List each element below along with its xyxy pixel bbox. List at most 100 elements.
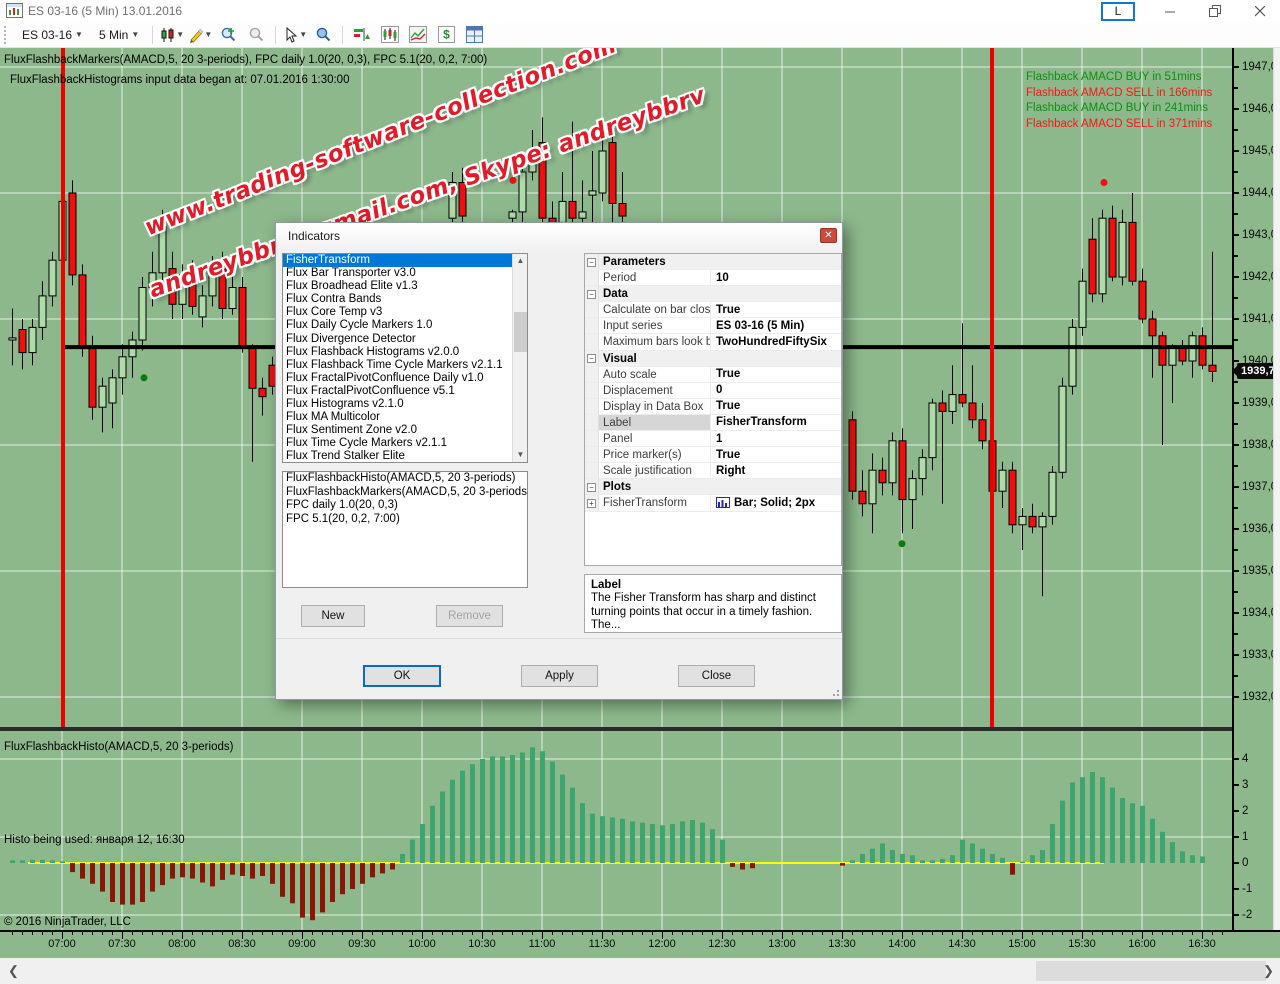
- close-window-button[interactable]: [1240, 0, 1280, 22]
- property-value[interactable]: Right: [711, 463, 841, 478]
- link-button[interactable]: L: [1101, 2, 1135, 21]
- indicator-list-item[interactable]: Flux FractalPivotConfluence v5.1: [283, 385, 527, 398]
- time-axis[interactable]: 07:0007:3008:0008:3009:0009:3010:0010:30…: [0, 930, 1280, 958]
- scroll-down-icon[interactable]: ▼: [513, 448, 528, 462]
- minimize-button[interactable]: [1150, 0, 1190, 22]
- property-grid[interactable]: −ParametersPeriod10−DataCalculate on bar…: [584, 253, 842, 566]
- property-row[interactable]: Period10: [585, 270, 841, 286]
- time-tick-minor: [802, 932, 803, 935]
- collapse-icon[interactable]: −: [587, 290, 596, 299]
- zoom-in-button[interactable]: [216, 24, 240, 46]
- property-value[interactable]: 10: [711, 270, 841, 285]
- available-indicators-list[interactable]: FisherTransformFlux Bar Transporter v3.0…: [282, 253, 528, 463]
- zoom-region-button[interactable]: [311, 24, 335, 46]
- zoom-out-button[interactable]: [244, 24, 268, 46]
- indicator-list-item[interactable]: Flux Contra Bands: [283, 293, 527, 306]
- dialog-close-button[interactable]: ✕: [820, 228, 837, 243]
- property-value[interactable]: Bar; Solid; 2px: [711, 495, 841, 510]
- property-value[interactable]: True: [711, 302, 841, 317]
- indicator-list-item[interactable]: Flux Daily Cycle Markers 1.0: [283, 319, 527, 332]
- property-row[interactable]: Panel1: [585, 431, 841, 447]
- property-row[interactable]: Displacement0: [585, 383, 841, 399]
- property-value[interactable]: TwoHundredFiftySix: [711, 334, 841, 349]
- indicator-list-item[interactable]: Flux Flashback Histograms v2.0.0: [283, 346, 527, 359]
- chart-style-button[interactable]: ▼: [160, 24, 184, 46]
- dialog-title-bar[interactable]: Indicators ✕: [276, 223, 842, 249]
- histogram-bar: [380, 863, 385, 873]
- drawing-tools-button[interactable]: ▼: [188, 24, 212, 46]
- collapse-icon[interactable]: −: [587, 354, 596, 363]
- interval-selector[interactable]: 5 Min ▼: [93, 25, 145, 45]
- property-row[interactable]: Auto scaleTrue: [585, 367, 841, 383]
- collapse-icon[interactable]: −: [587, 258, 596, 267]
- property-row[interactable]: Scale justificationRight: [585, 463, 841, 479]
- property-value[interactable]: True: [711, 367, 841, 382]
- histogram-bar: [430, 806, 435, 863]
- indicator-list-item[interactable]: FisherTransform: [283, 254, 527, 267]
- property-row[interactable]: Display in Data BoxTrue: [585, 399, 841, 415]
- property-section-row[interactable]: −Plots: [585, 479, 841, 495]
- zoom-out-icon: [248, 26, 265, 43]
- resize-grip[interactable]: [832, 689, 840, 697]
- configured-indicator-item[interactable]: FluxFlashbackHisto(AMACD,5, 20 3-periods…: [283, 472, 527, 486]
- configured-indicator-item[interactable]: FluxFlashbackMarkers(AMACD,5, 20 3-perio…: [283, 486, 527, 500]
- indicator-list-item[interactable]: Flux Bar Transporter v3.0: [283, 267, 527, 280]
- configured-indicator-item[interactable]: FPC daily 1.0(20, 0,3): [283, 499, 527, 513]
- indicator-list-item[interactable]: Flux Core Temp v3: [283, 306, 527, 319]
- line-chart-button[interactable]: [406, 24, 430, 46]
- indicator-list-item[interactable]: Flux FractalPivotConfluence Daily v1.0: [283, 372, 527, 385]
- indicator-list-item[interactable]: Flux MA Multicolor: [283, 411, 527, 424]
- chart-button[interactable]: [378, 24, 402, 46]
- indicator-list-item[interactable]: Flux Histograms v2.1.0: [283, 398, 527, 411]
- scrollbar-thumb[interactable]: [1036, 961, 1266, 981]
- collapse-icon[interactable]: −: [587, 483, 596, 492]
- property-row[interactable]: LabelFisherTransform: [585, 415, 841, 431]
- property-value[interactable]: FisherTransform: [711, 415, 841, 430]
- data-grid-button[interactable]: [462, 24, 486, 46]
- grid-gutter: [585, 447, 599, 462]
- magnifier-icon: [315, 26, 332, 43]
- property-value[interactable]: ES 03-16 (5 Min): [711, 318, 841, 333]
- new-button[interactable]: New: [301, 605, 365, 627]
- property-section-row[interactable]: −Data: [585, 286, 841, 302]
- scroll-left-icon[interactable]: ❮: [8, 963, 19, 979]
- scroll-up-icon[interactable]: ▲: [513, 254, 528, 268]
- indicator-list-item[interactable]: Flux Time Cycle Markers v2.1.1: [283, 437, 527, 450]
- property-row[interactable]: +FisherTransformBar; Solid; 2px: [585, 495, 841, 511]
- price-axis[interactable]: 1947,001946,001945,001944,001943,001942,…: [1232, 48, 1273, 930]
- ok-button[interactable]: OK: [363, 665, 441, 687]
- property-section-row[interactable]: −Parameters: [585, 254, 841, 270]
- property-value[interactable]: True: [711, 399, 841, 414]
- restore-button[interactable]: [1195, 0, 1235, 22]
- close-button[interactable]: Close: [678, 665, 755, 687]
- configured-indicator-item[interactable]: FPC 5.1(20, 0,2, 7:00): [283, 513, 527, 527]
- remove-button[interactable]: Remove: [436, 605, 503, 627]
- market-analyzer-button[interactable]: [350, 24, 374, 46]
- indicator-list-item[interactable]: Flux Sentiment Zone v2.0: [283, 424, 527, 437]
- property-value[interactable]: True: [711, 447, 841, 462]
- indicator-list-item[interactable]: Flux Broadhead Elite v1.3: [283, 280, 527, 293]
- property-value[interactable]: 0: [711, 383, 841, 398]
- apply-button[interactable]: Apply: [521, 665, 598, 687]
- property-section-row[interactable]: −Visual: [585, 351, 841, 367]
- list-scroll-thumb[interactable]: [514, 312, 527, 352]
- property-row[interactable]: Calculate on bar closeTrue: [585, 302, 841, 318]
- histogram-bar: [90, 863, 95, 884]
- property-row[interactable]: Input seriesES 03-16 (5 Min): [585, 318, 841, 334]
- property-row[interactable]: Price marker(s)True: [585, 447, 841, 463]
- indicator-list-item[interactable]: Flux Trend Stalker Elite: [283, 450, 527, 463]
- account-data-button[interactable]: $: [434, 24, 458, 46]
- toolbar-grip[interactable]: [4, 26, 10, 44]
- horizontal-scrollbar[interactable]: ❮ ❯: [0, 958, 1280, 984]
- indicator-list-item[interactable]: Flux Divergence Detector: [283, 333, 527, 346]
- expand-icon[interactable]: +: [587, 499, 596, 508]
- instrument-selector[interactable]: ES 03-16 ▼: [16, 25, 89, 45]
- indicator-list-item[interactable]: Flux Flashback Time Cycle Markers v2.1.1: [283, 359, 527, 372]
- time-tick-minor: [1212, 932, 1213, 935]
- property-value[interactable]: 1: [711, 431, 841, 446]
- cursor-tool-button[interactable]: ▼: [283, 24, 307, 46]
- scroll-right-icon[interactable]: ❯: [1263, 963, 1274, 979]
- configured-indicators-list[interactable]: FluxFlashbackHisto(AMACD,5, 20 3-periods…: [282, 471, 528, 588]
- list-scrollbar[interactable]: ▲ ▼: [512, 254, 527, 462]
- property-row[interactable]: Maximum bars look backTwoHundredFiftySix: [585, 334, 841, 350]
